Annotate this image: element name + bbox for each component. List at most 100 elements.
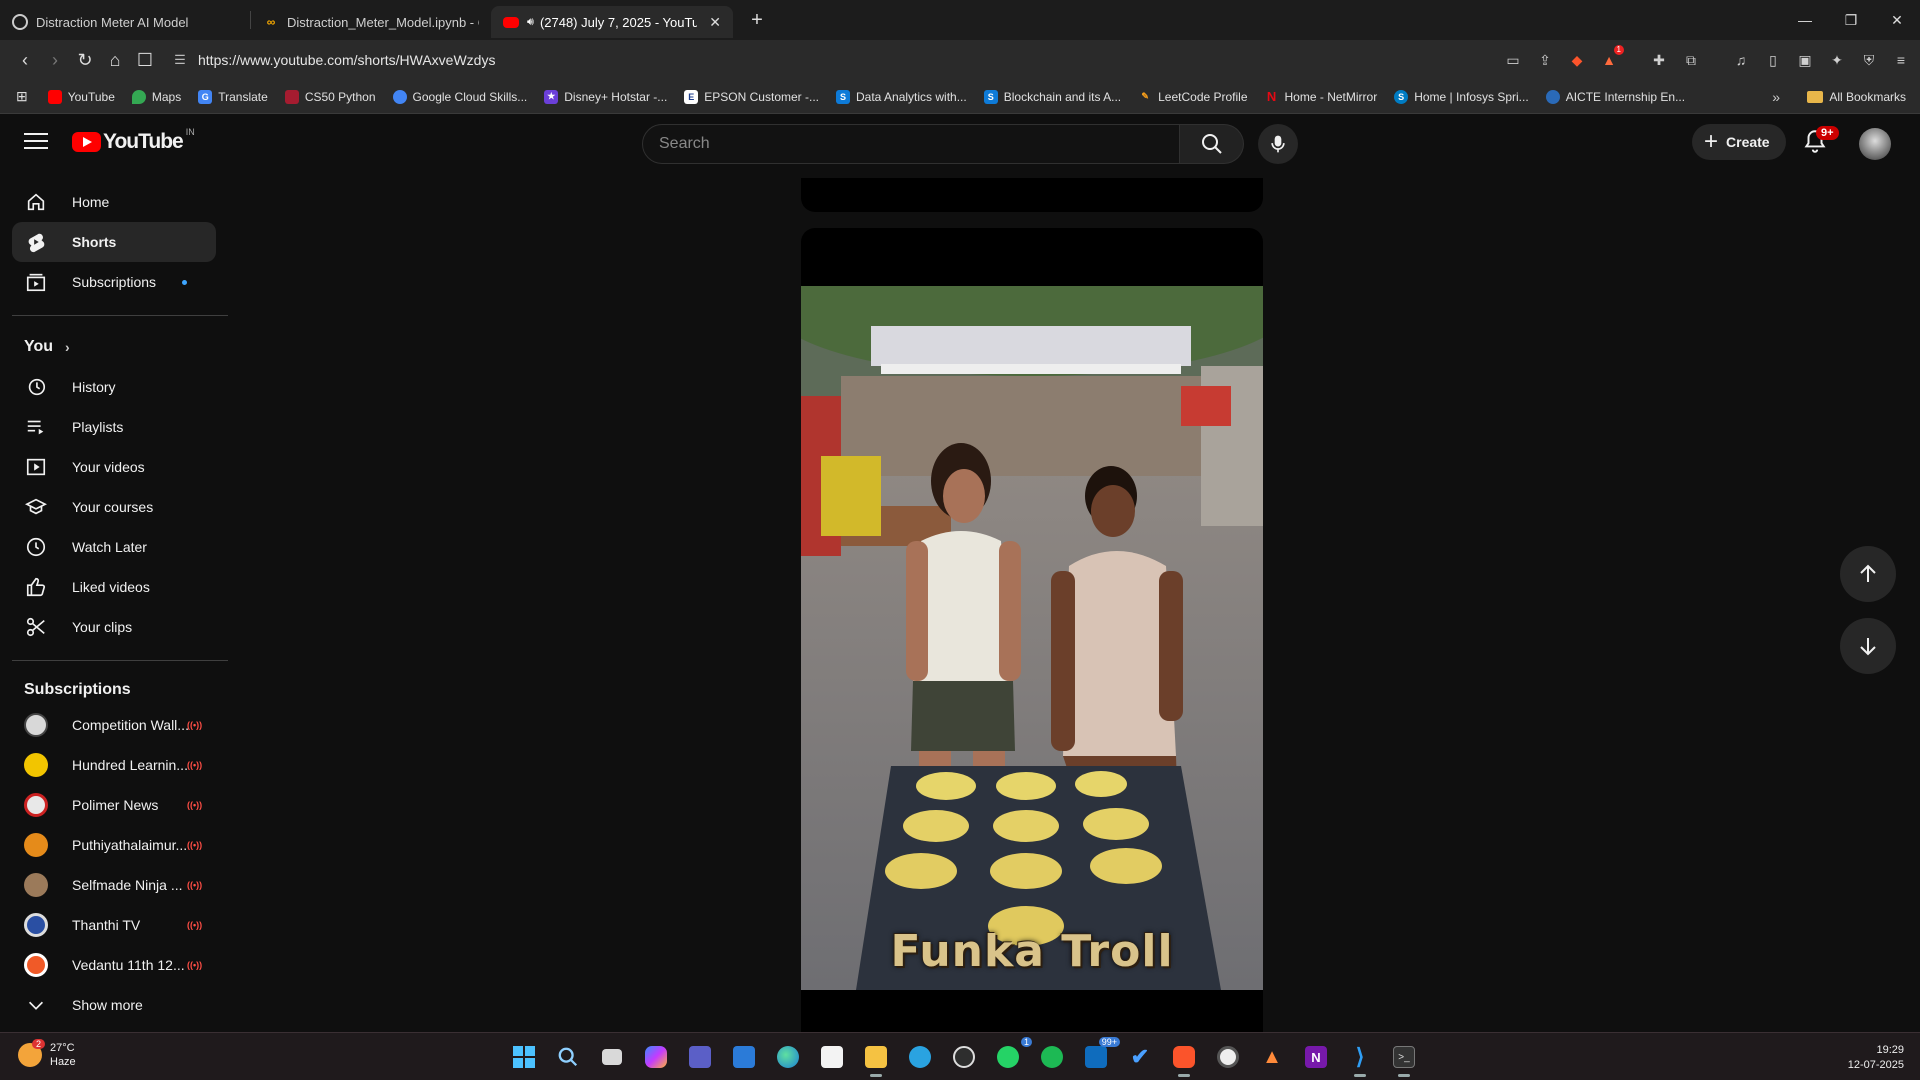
onenote-button[interactable]: N: [1298, 1039, 1334, 1075]
sidebar-item-your-clips[interactable]: Your clips: [12, 607, 216, 647]
whatsapp-button[interactable]: 1: [990, 1037, 1032, 1075]
sidebar-item-watch-later[interactable]: Watch Later: [12, 527, 216, 567]
media-icon[interactable]: ♫: [1730, 49, 1752, 71]
bookmark-translate[interactable]: G Translate: [198, 89, 268, 104]
sidebar-item-home[interactable]: Home: [12, 182, 216, 222]
subscription-item[interactable]: Thanthi TV ((•)): [12, 905, 216, 945]
bookmark-cs50[interactable]: CS50 Python: [284, 89, 376, 104]
you-section-header[interactable]: You ›: [24, 338, 70, 356]
leo-ai-icon[interactable]: ✦: [1826, 49, 1848, 71]
rewards-badge: 1: [1613, 45, 1624, 55]
apps-icon[interactable]: ⊞: [16, 88, 28, 105]
subscription-item[interactable]: Competition Wall... ((•)): [12, 705, 216, 745]
outlook-button[interactable]: 99+: [1078, 1037, 1120, 1075]
home-icon[interactable]: ⌂: [100, 45, 130, 75]
bookmark-epson[interactable]: E EPSON Customer -...: [684, 89, 819, 104]
shorts-player[interactable]: Funka Troll: [801, 228, 1263, 1058]
search-taskbar-button[interactable]: [550, 1039, 586, 1075]
new-tab-button[interactable]: +: [743, 9, 771, 32]
next-short-button[interactable]: [1840, 618, 1896, 674]
subscription-item[interactable]: Vedantu 11th 12... ((•)): [12, 945, 216, 985]
wallet-icon[interactable]: ▣: [1794, 49, 1816, 71]
vscode-button[interactable]: ⟩: [1342, 1039, 1378, 1077]
tab-colab-notebook[interactable]: ∞ Distraction_Meter_Model.ipynb - Col: [251, 6, 491, 38]
previous-short-button[interactable]: [1840, 546, 1896, 602]
all-bookmarks-button[interactable]: All Bookmarks: [1807, 80, 1906, 114]
back-icon[interactable]: ‹: [10, 45, 40, 75]
sidebar-item-your-videos[interactable]: Your videos: [12, 447, 216, 487]
bookmark-maps[interactable]: Maps: [131, 89, 181, 104]
extensions-icon[interactable]: ✚: [1648, 49, 1670, 71]
brave-rewards-icon[interactable]: ▲ 1: [1598, 45, 1624, 71]
channel-avatar: [24, 793, 48, 817]
subscription-item[interactable]: Selfmade Ninja ... ((•)): [12, 865, 216, 905]
bookmark-google-cloud[interactable]: Google Cloud Skills...: [392, 89, 527, 104]
bookmark-leetcode[interactable]: ✎ LeetCode Profile: [1138, 90, 1247, 104]
start-button[interactable]: [506, 1039, 542, 1075]
search-box[interactable]: [642, 124, 1180, 164]
hamburger-menu-icon[interactable]: [24, 128, 48, 152]
tab-youtube[interactable]: 🔊︎ (2748) July 7, 2025 - YouTube ✕: [491, 6, 733, 38]
telegram-button[interactable]: [902, 1039, 938, 1075]
teams-button[interactable]: [682, 1039, 718, 1075]
previous-short-edge[interactable]: [801, 178, 1263, 212]
checkmark-icon: ✔: [1130, 1044, 1150, 1069]
bookmark-blockchain[interactable]: S Blockchain and its A...: [983, 89, 1121, 104]
spotify-button[interactable]: [1034, 1039, 1070, 1075]
search-button[interactable]: [1180, 124, 1244, 164]
brave-button[interactable]: [1166, 1039, 1202, 1077]
search-input[interactable]: [659, 135, 1179, 153]
bookmark-infosys[interactable]: S Home | Infosys Spri...: [1394, 89, 1529, 104]
reload-icon[interactable]: ↻: [70, 45, 100, 75]
sidebar-item-your-courses[interactable]: Your courses: [12, 487, 216, 527]
system-clock[interactable]: 19:29 12-07-2025: [1848, 1043, 1904, 1073]
more-bookmarks-icon[interactable]: »: [1772, 80, 1780, 114]
edge-button[interactable]: [770, 1039, 806, 1075]
file-explorer-button[interactable]: [858, 1039, 894, 1077]
vpn-icon[interactable]: ⛨: [1858, 49, 1880, 71]
bookmark-icon[interactable]: ☐: [130, 45, 160, 75]
sidebar-item-playlists[interactable]: Playlists: [12, 407, 216, 447]
sidebar-icon[interactable]: ▯: [1762, 49, 1784, 71]
create-button[interactable]: + Create: [1692, 124, 1786, 160]
show-more-button[interactable]: Show more: [12, 985, 216, 1025]
cast-icon[interactable]: ▭: [1502, 49, 1524, 71]
sidebar-item-history[interactable]: History: [12, 367, 216, 407]
forward-icon[interactable]: ›: [40, 45, 70, 75]
tab-distraction-meter[interactable]: Distraction Meter AI Model: [0, 6, 250, 38]
youtube-logo[interactable]: YouTube IN: [72, 127, 195, 154]
ai-app-button[interactable]: ▲: [1254, 1039, 1290, 1075]
terminal-button[interactable]: >_: [1386, 1039, 1422, 1077]
sidebar-item-shorts[interactable]: Shorts: [12, 222, 216, 262]
widgets-button[interactable]: [726, 1039, 762, 1075]
todo-button[interactable]: ✔: [1122, 1039, 1158, 1075]
restore-icon[interactable]: ❐: [1828, 0, 1874, 40]
sidebar-item-liked-videos[interactable]: Liked videos: [12, 567, 216, 607]
voice-search-button[interactable]: [1258, 124, 1298, 164]
bookmark-aicte[interactable]: AICTE Internship En...: [1545, 89, 1685, 104]
minimize-icon[interactable]: —: [1782, 0, 1828, 40]
store-button[interactable]: [814, 1039, 850, 1075]
media-player-button[interactable]: [946, 1039, 982, 1075]
subscription-item[interactable]: Polimer News ((•)): [12, 785, 216, 825]
close-window-icon[interactable]: ✕: [1874, 0, 1920, 40]
bookmark-netmirror[interactable]: N Home - NetMirror: [1265, 89, 1377, 104]
subscription-item[interactable]: Puthiyathalaimur... ((•)): [12, 825, 216, 865]
copilot-button[interactable]: [638, 1039, 674, 1075]
clock-app-button[interactable]: [1210, 1039, 1246, 1075]
bookmark-data-analytics[interactable]: S Data Analytics with...: [836, 89, 967, 104]
menu-icon[interactable]: ≡: [1890, 49, 1912, 71]
short-video-frame[interactable]: Funka Troll: [801, 286, 1263, 990]
address-bar[interactable]: ☰ https://www.youtube.com/shorts/HWAxveW…: [166, 45, 1466, 75]
share-icon[interactable]: ⇪: [1534, 49, 1556, 71]
close-tab-icon[interactable]: ✕: [709, 14, 721, 31]
account-avatar[interactable]: [1859, 128, 1891, 160]
task-view-button[interactable]: [594, 1039, 630, 1075]
subscription-item[interactable]: Hundred Learnin... ((•)): [12, 745, 216, 785]
weather-widget[interactable]: 2 27°C Haze: [18, 1039, 76, 1069]
site-settings-icon[interactable]: ☰: [166, 52, 194, 68]
screenshot-icon[interactable]: ⧉: [1680, 49, 1702, 71]
bookmark-hotstar[interactable]: ★ Disney+ Hotstar -...: [544, 89, 667, 104]
bookmark-youtube[interactable]: YouTube: [47, 89, 115, 104]
brave-shields-icon[interactable]: ◆: [1566, 49, 1588, 71]
